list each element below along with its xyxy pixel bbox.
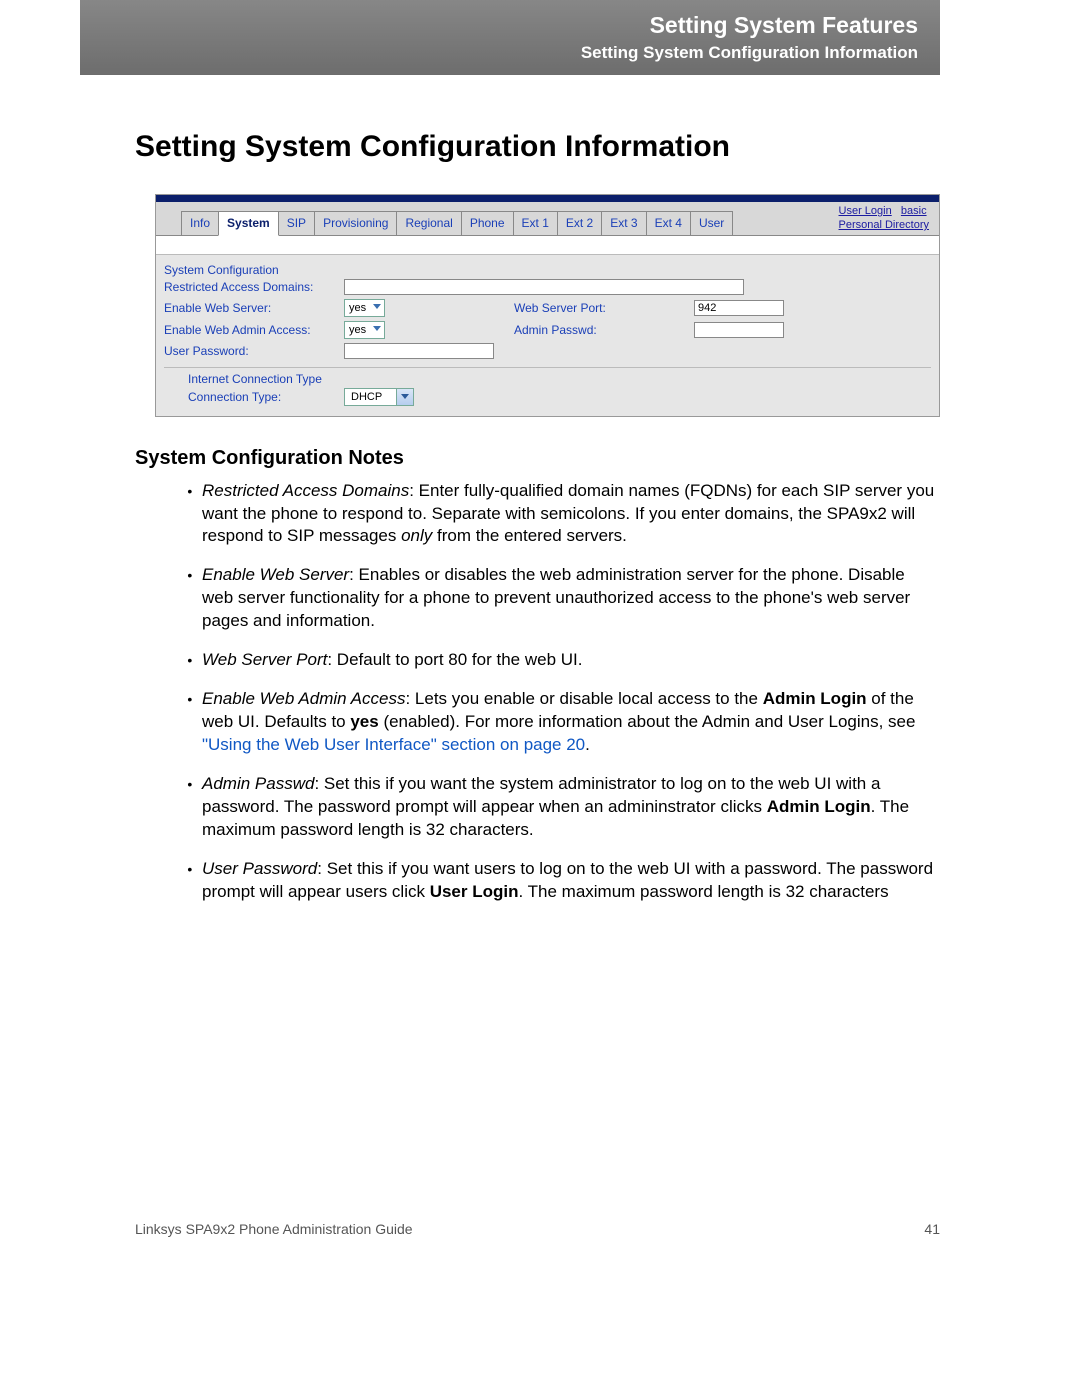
row-user-password: User Password: xyxy=(164,341,931,361)
page-footer: Linksys SPA9x2 Phone Administration Guid… xyxy=(135,1221,940,1237)
internet-connection-type-section: Internet Connection Type Connection Type… xyxy=(164,367,931,408)
tab-ext4[interactable]: Ext 4 xyxy=(646,211,691,235)
xref-web-ui-section[interactable]: "Using the Web User Interface" section o… xyxy=(202,735,585,754)
screenshot-body: System Configuration Restricted Access D… xyxy=(156,255,939,416)
label-restricted-access-domains: Restricted Access Domains: xyxy=(164,280,344,294)
tab-regional[interactable]: Regional xyxy=(396,211,461,235)
chapter-title: Setting System Features xyxy=(80,12,918,39)
row-connection-type: Connection Type: DHCP xyxy=(188,386,931,408)
input-user-password[interactable] xyxy=(344,343,494,359)
select-connection-type[interactable]: DHCP xyxy=(344,388,414,406)
tab-ext1[interactable]: Ext 1 xyxy=(513,211,558,235)
select-enable-web-server[interactable]: yes xyxy=(344,299,385,317)
row-restricted-access-domains: Restricted Access Domains: xyxy=(164,277,931,297)
tab-ext2[interactable]: Ext 2 xyxy=(557,211,602,235)
note-restricted-access-domains: Restricted Access Domains: Enter fully-q… xyxy=(200,480,940,549)
top-right-links: User Login basic Personal Directory xyxy=(839,204,939,235)
label-connection-type: Connection Type: xyxy=(188,390,344,404)
tab-provisioning[interactable]: Provisioning xyxy=(314,211,397,235)
document-page: Setting System Features Setting System C… xyxy=(0,0,1080,1397)
note-enable-web-server: Enable Web Server: Enables or disables t… xyxy=(200,564,940,633)
input-restricted-access-domains[interactable] xyxy=(344,279,744,295)
personal-directory-link[interactable]: Personal Directory xyxy=(839,218,929,232)
page-content: Setting System Configuration Information… xyxy=(135,130,940,920)
row-enable-web-admin-access: Enable Web Admin Access: yes Admin Passw… xyxy=(164,319,931,341)
internet-connection-type-heading: Internet Connection Type xyxy=(188,372,931,386)
system-configuration-heading: System Configuration xyxy=(164,261,931,277)
sub-tab-row xyxy=(156,236,939,255)
screenshot-title-bar xyxy=(156,195,939,202)
tab-user[interactable]: User xyxy=(690,211,733,235)
label-admin-passwd: Admin Passwd: xyxy=(514,323,694,337)
label-web-server-port: Web Server Port: xyxy=(514,301,694,315)
tab-ext3[interactable]: Ext 3 xyxy=(601,211,646,235)
label-enable-web-server: Enable Web Server: xyxy=(164,301,344,315)
chapter-header: Setting System Features Setting System C… xyxy=(80,0,940,75)
select-enable-web-admin-access[interactable]: yes xyxy=(344,321,385,339)
note-admin-passwd: Admin Passwd: Set this if you want the s… xyxy=(200,773,940,842)
note-enable-web-admin-access: Enable Web Admin Access: Lets you enable… xyxy=(200,688,940,757)
tab-bar: Info System SIP Provisioning Regional Ph… xyxy=(156,202,939,236)
notes-list: Restricted Access Domains: Enter fully-q… xyxy=(135,480,940,904)
chevron-down-icon xyxy=(396,389,413,405)
page-title: Setting System Configuration Information xyxy=(135,130,940,164)
input-admin-passwd[interactable] xyxy=(694,322,784,338)
row-enable-web-server: Enable Web Server: yes Web Server Port: xyxy=(164,297,931,319)
basic-link[interactable]: basic xyxy=(901,204,927,218)
footer-guide-title: Linksys SPA9x2 Phone Administration Guid… xyxy=(135,1221,413,1237)
user-login-link[interactable]: User Login xyxy=(839,204,892,218)
tab-phone[interactable]: Phone xyxy=(461,211,514,235)
tab-sip[interactable]: SIP xyxy=(278,211,315,235)
label-user-password: User Password: xyxy=(164,344,344,358)
footer-page-number: 41 xyxy=(924,1221,940,1237)
note-web-server-port: Web Server Port: Default to port 80 for … xyxy=(200,649,940,672)
note-user-password: User Password: Set this if you want user… xyxy=(200,858,940,904)
tab-info[interactable]: Info xyxy=(181,211,219,235)
input-web-server-port[interactable] xyxy=(694,300,784,316)
embedded-screenshot: Info System SIP Provisioning Regional Ph… xyxy=(155,194,940,417)
section-breadcrumb: Setting System Configuration Information xyxy=(80,43,918,63)
label-enable-web-admin-access: Enable Web Admin Access: xyxy=(164,323,344,337)
notes-heading: System Configuration Notes xyxy=(135,447,940,470)
tab-system[interactable]: System xyxy=(218,211,279,236)
